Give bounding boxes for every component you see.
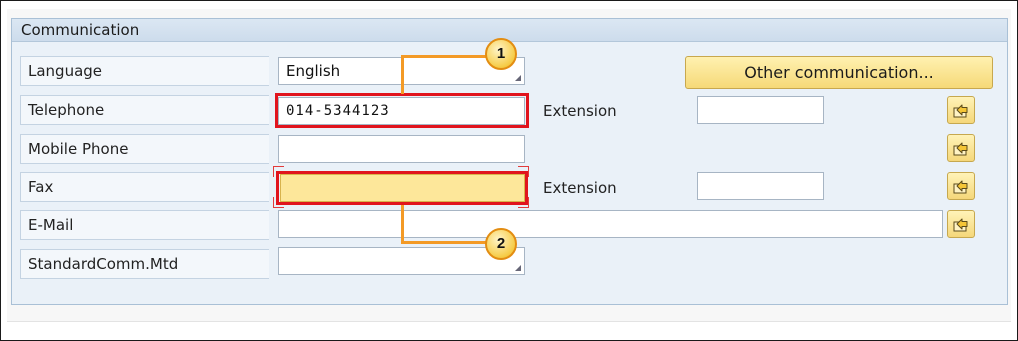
callout-1-badge: 1	[485, 38, 517, 70]
language-label: Language	[20, 56, 269, 86]
telephone-extension-label: Extension	[543, 102, 617, 120]
telephone-extension-field[interactable]	[697, 96, 824, 124]
fax-label: Fax	[20, 172, 269, 202]
dropdown-indicator-icon	[515, 75, 521, 81]
telephone-more-button[interactable]	[947, 96, 975, 124]
fax-extension-label: Extension	[543, 179, 617, 197]
group-title: Communication	[12, 19, 1007, 42]
callout-2-badge: 2	[485, 228, 517, 260]
arrow-into-box-icon	[953, 142, 968, 156]
callout-1-line-vertical	[401, 57, 404, 94]
telephone-label: Telephone	[20, 95, 269, 125]
fax-highlight-box	[276, 171, 528, 205]
callout-2-line-vertical	[401, 205, 404, 244]
dropdown-indicator-icon	[515, 265, 521, 271]
arrow-into-box-icon	[953, 104, 968, 118]
standard-comm-label: StandardComm.Mtd	[20, 249, 269, 279]
other-communication-button[interactable]: Other communication...	[685, 56, 993, 89]
fax-more-button[interactable]	[947, 172, 975, 200]
telephone-highlight-box	[275, 93, 529, 128]
mobile-more-button[interactable]	[947, 134, 975, 162]
fax-extension-field[interactable]	[697, 172, 824, 200]
callout-2-line-horizontal	[401, 241, 488, 244]
arrow-into-box-icon	[953, 180, 968, 194]
language-value: English	[286, 62, 341, 80]
mobile-phone-field[interactable]	[278, 135, 525, 163]
email-label: E-Mail	[20, 210, 269, 240]
callout-1-line-horizontal	[401, 55, 488, 58]
arrow-into-box-icon	[953, 218, 968, 232]
email-field[interactable]	[278, 210, 943, 238]
email-more-button[interactable]	[947, 210, 975, 238]
mobile-phone-label: Mobile Phone	[20, 134, 269, 164]
